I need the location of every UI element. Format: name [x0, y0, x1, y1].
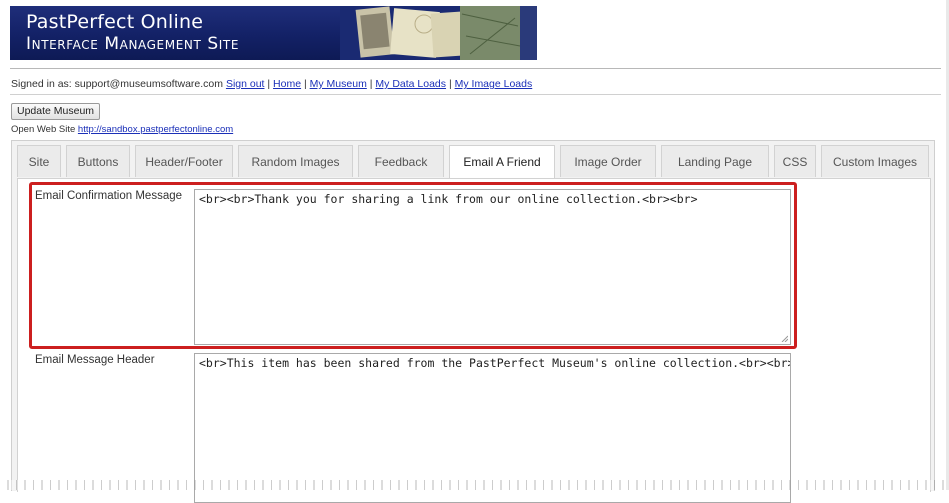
my-image-loads-link[interactable]: My Image Loads [455, 78, 533, 90]
sign-out-link[interactable]: Sign out [226, 78, 265, 90]
email-message-header-value: <br>This item has been shared from the P… [199, 356, 791, 370]
tab-landing-page[interactable]: Landing Page [661, 145, 769, 177]
tab-css[interactable]: CSS [774, 145, 816, 177]
tab-header-footer[interactable]: Header/Footer [135, 145, 233, 177]
email-message-header-label: Email Message Header [35, 354, 155, 366]
email-confirmation-label: Email Confirmation Message [35, 190, 183, 202]
tab-email-a-friend[interactable]: Email A Friend [449, 145, 555, 179]
my-data-loads-link[interactable]: My Data Loads [375, 78, 446, 90]
tab-container: Site Buttons Header/Footer Random Images… [11, 140, 935, 503]
site-banner: PastPerfect Online Interface Management … [10, 6, 537, 60]
open-site-label: Open Web Site [11, 124, 76, 135]
tab-buttons[interactable]: Buttons [66, 145, 130, 177]
header-divider [10, 68, 941, 69]
account-bar: Signed in as: support@museumsoftware.com… [11, 78, 533, 90]
tab-random-images[interactable]: Random Images [238, 145, 353, 177]
tab-image-order[interactable]: Image Order [560, 145, 656, 177]
home-link[interactable]: Home [273, 78, 301, 90]
tab-feedback[interactable]: Feedback [358, 145, 444, 177]
banner-subtitle: Interface Management Site [26, 34, 240, 54]
email-confirmation-textarea[interactable]: <br><br>Thank you for sharing a link fro… [194, 189, 791, 345]
update-museum-button[interactable]: Update Museum [11, 103, 101, 120]
bottom-edge [0, 480, 949, 490]
open-site-link[interactable]: http://sandbox.pastperfectonline.com [78, 124, 233, 135]
resize-handle-icon[interactable] [781, 335, 788, 342]
email-a-friend-panel: Email Confirmation Message <br><br>Thank… [17, 178, 931, 503]
banner-photo-collage [340, 6, 537, 60]
open-web-site: Open Web Site http://sandbox.pastperfect… [11, 124, 233, 135]
tab-custom-images[interactable]: Custom Images [821, 145, 929, 177]
tab-site[interactable]: Site [17, 145, 61, 177]
email-confirmation-value: <br><br>Thank you for sharing a link fro… [199, 192, 698, 206]
signed-in-text: Signed in as: support@museumsoftware.com [11, 78, 224, 90]
my-museum-link[interactable]: My Museum [310, 78, 367, 90]
account-divider [10, 94, 941, 95]
banner-title: PastPerfect Online [26, 11, 204, 33]
